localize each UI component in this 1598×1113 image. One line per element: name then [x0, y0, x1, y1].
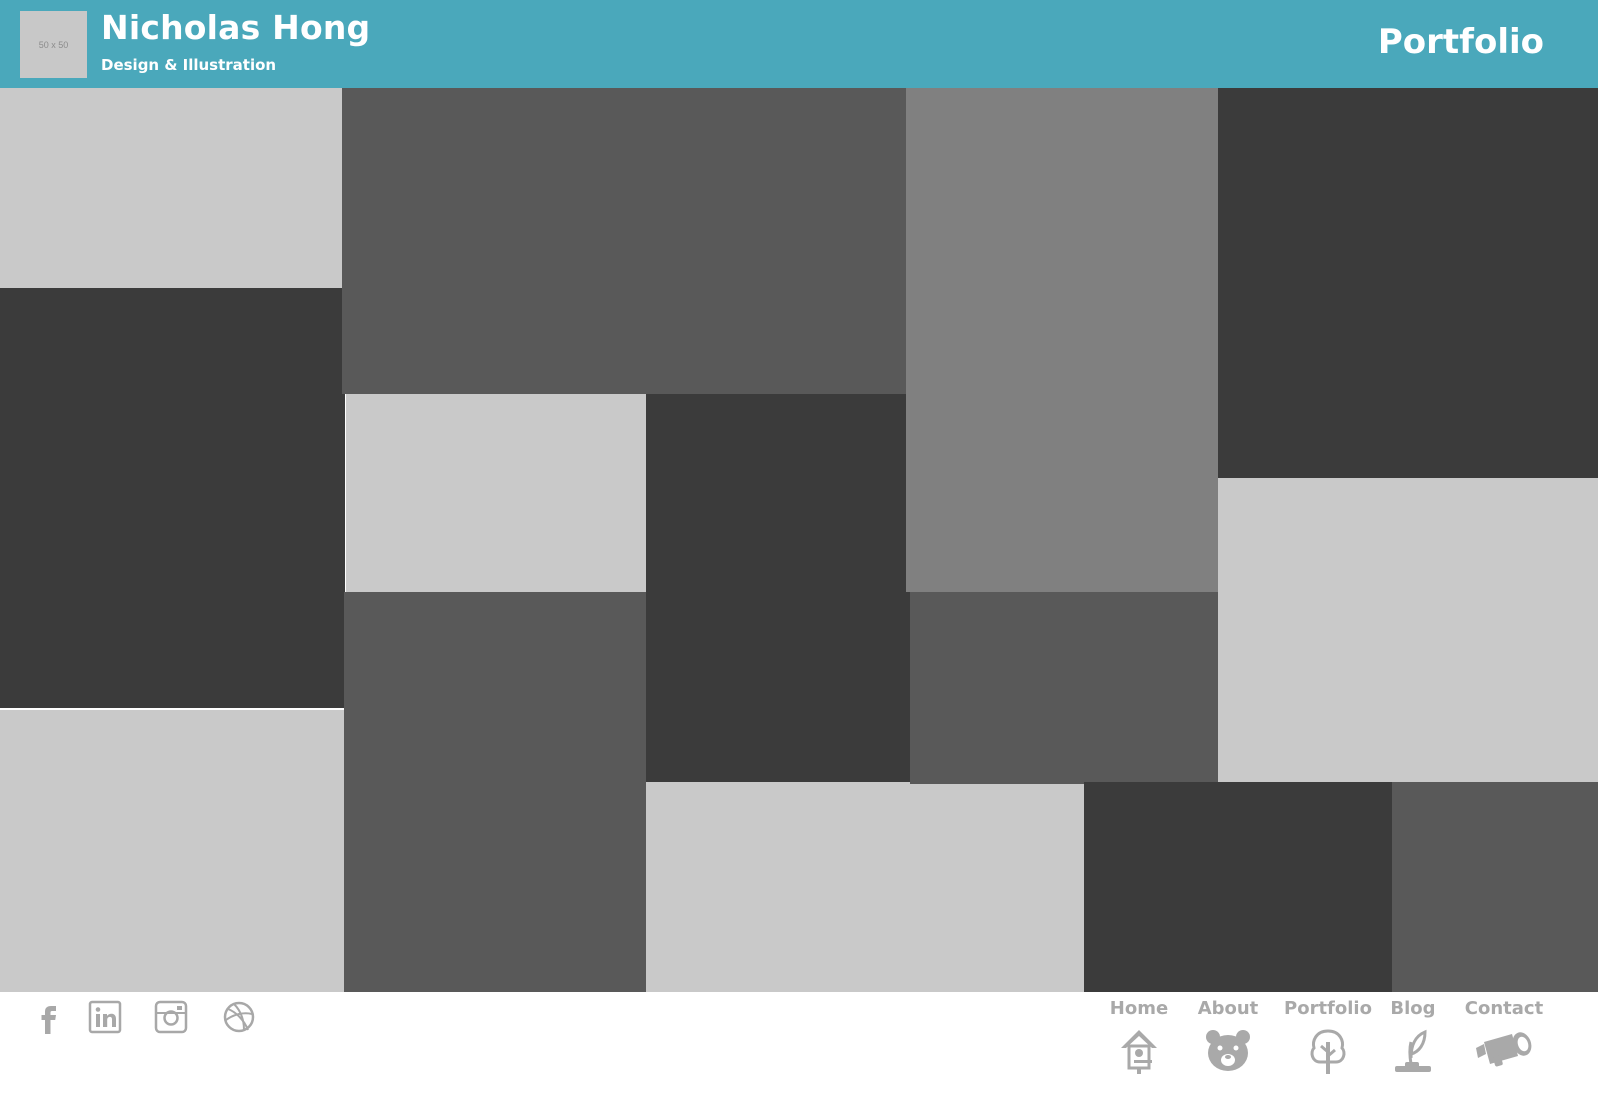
- portfolio-tile[interactable]: [1218, 478, 1598, 782]
- portfolio-tile[interactable]: [0, 88, 342, 288]
- nav-label: Blog: [1390, 998, 1436, 1019]
- portfolio-tile[interactable]: [910, 592, 1218, 784]
- linkedin-icon[interactable]: [88, 1000, 122, 1034]
- page-title: Portfolio: [1377, 22, 1544, 62]
- binoculars-icon: [1476, 1032, 1532, 1067]
- portfolio-tile[interactable]: [0, 710, 344, 992]
- site-subtitle: Design & Illustration: [101, 56, 277, 74]
- portfolio-tile[interactable]: [1084, 782, 1392, 992]
- portfolio-tile[interactable]: [1392, 782, 1598, 992]
- portfolio-tile[interactable]: [342, 88, 906, 394]
- dribbble-icon[interactable]: [222, 1000, 256, 1034]
- portfolio-tile[interactable]: [646, 782, 1084, 992]
- portfolio-tile[interactable]: [346, 394, 646, 592]
- nav-item-about[interactable]: About: [1192, 998, 1264, 1074]
- nav-item-blog[interactable]: Blog: [1386, 998, 1440, 1074]
- portfolio-tile[interactable]: [344, 592, 646, 992]
- tree-icon: [1310, 1029, 1346, 1074]
- sprout-icon: [1395, 1029, 1431, 1072]
- birdhouse-icon: [1121, 1030, 1157, 1074]
- nav-label: Portfolio: [1284, 998, 1372, 1019]
- portfolio-tile[interactable]: [906, 88, 1218, 592]
- bear-icon: [1206, 1030, 1250, 1071]
- site-title[interactable]: Nicholas Hong: [101, 8, 370, 47]
- nav-item-contact[interactable]: Contact: [1462, 998, 1546, 1074]
- portfolio-tile[interactable]: [0, 288, 345, 708]
- nav-item-portfolio[interactable]: Portfolio: [1282, 998, 1374, 1074]
- portfolio-grid: [0, 0, 1598, 1113]
- portfolio-tile[interactable]: [646, 394, 906, 782]
- nav-label: About: [1197, 998, 1259, 1019]
- facebook-icon[interactable]: [32, 1000, 66, 1034]
- logo-placeholder[interactable]: 50 x 50: [20, 11, 87, 78]
- nav-item-home[interactable]: Home: [1104, 998, 1174, 1074]
- site-header: 50 x 50 Nicholas Hong Design & Illustrat…: [0, 0, 1598, 88]
- instagram-icon[interactable]: [154, 1000, 188, 1034]
- nav-label: Home: [1109, 998, 1169, 1019]
- portfolio-tile[interactable]: [1218, 88, 1598, 478]
- nav-label: Contact: [1464, 998, 1544, 1019]
